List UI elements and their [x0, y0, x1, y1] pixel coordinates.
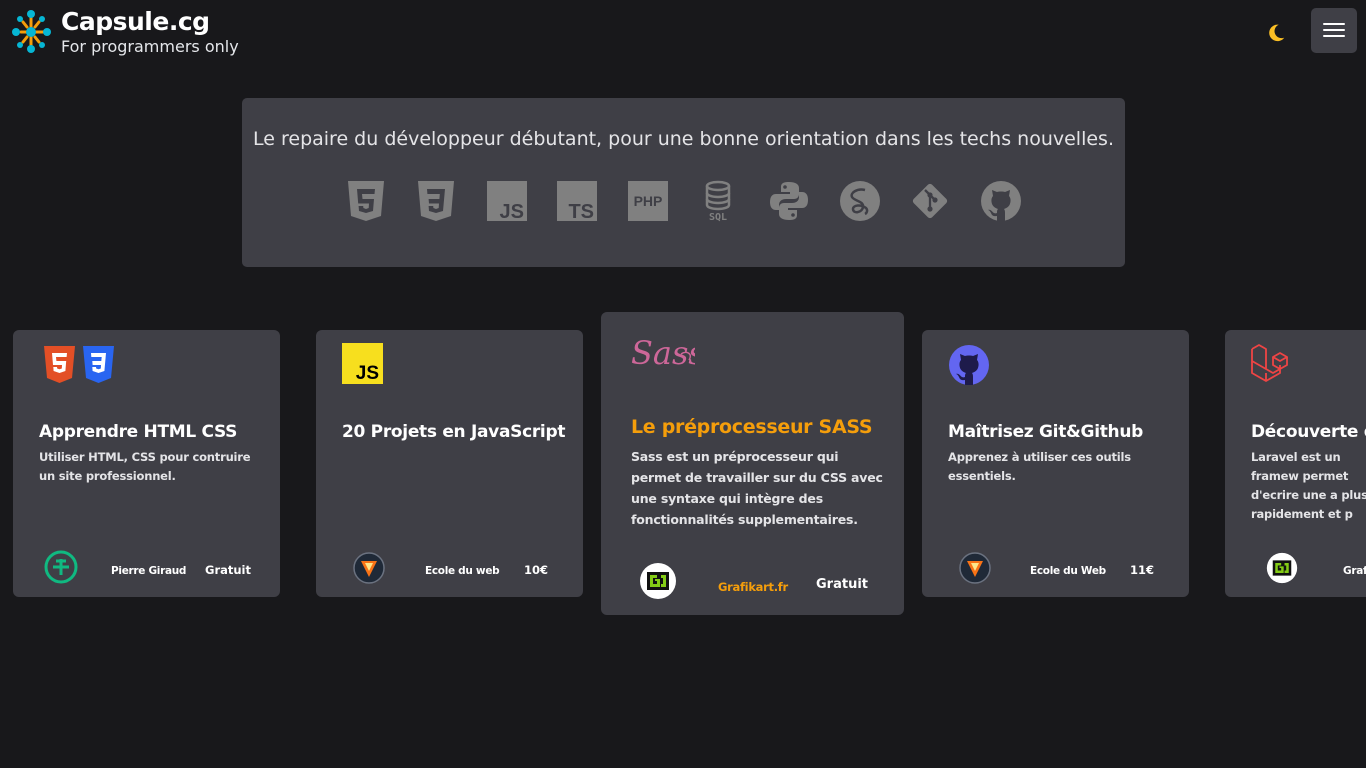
css3-icon[interactable]	[415, 180, 457, 222]
hero-text: Le repaire du développeur débutant, pour…	[253, 128, 1114, 150]
css3-icon	[83, 346, 114, 383]
python-icon[interactable]	[768, 180, 810, 222]
course-card-sass[interactable]: Sass Le préprocesseur SASS Sass est un p…	[601, 312, 904, 615]
typescript-icon[interactable]: TS	[556, 180, 598, 222]
html5-icon	[44, 346, 75, 383]
author-logo-icon	[1266, 552, 1298, 584]
course-description: Apprenez à utiliser ces outils essentiel…	[948, 450, 1131, 483]
course-card-html-css[interactable]: Apprendre HTML CSS Utiliser HTML, CSS po…	[13, 330, 280, 597]
sql-icon[interactable]: SQL	[697, 180, 739, 222]
brand-name: Capsule.cg	[61, 7, 210, 36]
html5-icon[interactable]	[345, 180, 387, 222]
course-price: 11€	[1130, 563, 1155, 577]
course-title: Le préprocesseur SASS	[631, 416, 873, 438]
course-title: 20 Projets en JavaScript	[342, 422, 566, 442]
course-card-laravel[interactable]: Découverte de Laravel est un framew perm…	[1225, 330, 1366, 597]
author-logo-icon	[353, 552, 385, 584]
svg-text:JS: JS	[500, 201, 524, 222]
github-icon	[949, 345, 989, 385]
hamburger-menu-icon	[1323, 29, 1345, 31]
menu-button[interactable]	[1311, 8, 1357, 53]
svg-text:PHP: PHP	[634, 193, 663, 209]
javascript-icon[interactable]: JS	[486, 180, 528, 222]
course-description: Laravel est un framew permet d'ecrire un…	[1251, 450, 1366, 521]
sass-logo-icon: Sass	[631, 334, 695, 372]
course-title: Découverte de	[1251, 422, 1366, 442]
course-description: Utiliser HTML, CSS pour contruire un sit…	[39, 450, 251, 483]
git-icon[interactable]	[909, 180, 951, 222]
brand-tagline: For programmers only	[61, 37, 239, 56]
hamburger-menu-icon	[1323, 35, 1345, 37]
php-icon[interactable]: PHP	[627, 180, 669, 222]
course-author: Pierre Giraud	[111, 565, 187, 577]
sass-icon[interactable]	[839, 180, 881, 222]
javascript-icon: JS	[342, 343, 383, 384]
brand[interactable]: Capsule.cg For programmers only	[10, 8, 239, 57]
hamburger-menu-icon	[1323, 23, 1345, 25]
course-title: Maîtrisez Git&Github	[948, 422, 1144, 442]
svg-text:TS: TS	[568, 201, 594, 222]
course-author: Grafikart.fr	[718, 580, 788, 594]
course-price: Gratuit	[205, 563, 251, 577]
course-card-javascript[interactable]: JS 20 Projets en JavaScript Ecole du web…	[316, 330, 583, 597]
course-author: Grafi	[1343, 565, 1366, 577]
author-logo-icon	[44, 550, 78, 584]
author-logo-icon	[959, 552, 991, 584]
course-author: Ecole du Web	[1030, 565, 1106, 577]
moon-icon[interactable]	[1265, 22, 1287, 44]
course-card-git-github[interactable]: Maîtrisez Git&Github Apprenez à utiliser…	[922, 330, 1189, 597]
laravel-icon	[1251, 344, 1288, 382]
author-logo-icon	[640, 563, 676, 599]
course-description: Sass est un préprocesseur qui permet de …	[631, 449, 883, 527]
course-author: Ecole du web	[425, 565, 500, 577]
github-icon[interactable]	[980, 180, 1022, 222]
capsule-logo-icon	[12, 10, 51, 53]
course-title: Apprendre HTML CSS	[39, 422, 238, 442]
course-price: 10€	[524, 563, 549, 577]
svg-text:JS: JS	[356, 363, 379, 384]
course-price: Gratuit	[816, 577, 868, 592]
svg-text:SQL: SQL	[709, 212, 727, 222]
